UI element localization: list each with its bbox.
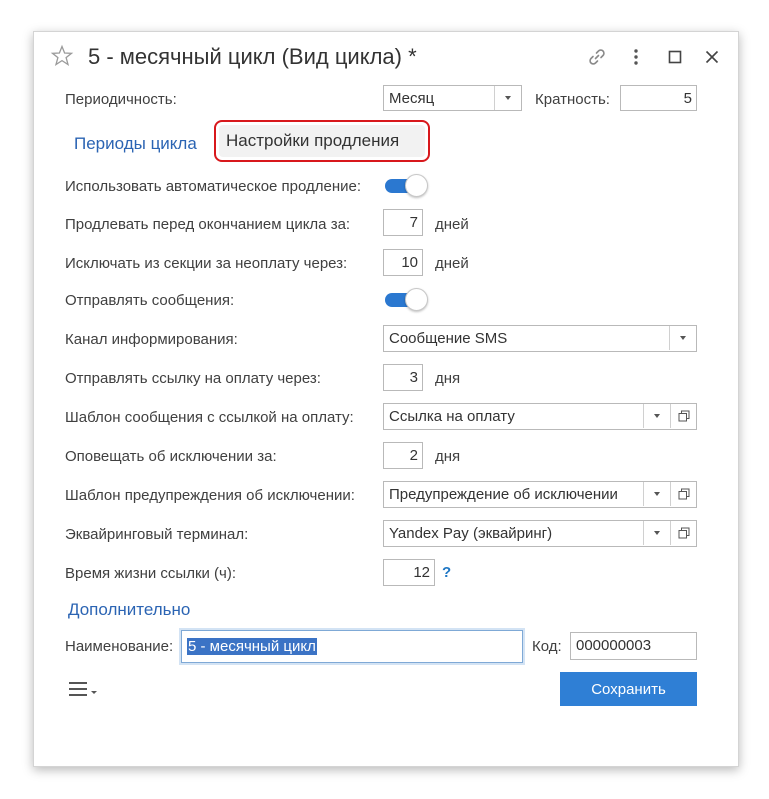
terminal-dropdown-button[interactable] [643,521,670,545]
chevron-down-icon [505,96,511,100]
exclude-after-value: 10 [401,254,418,271]
window-title: 5 - месячный цикл (Вид цикла) * [88,44,417,69]
name-label: Наименование: [65,638,174,655]
link-lifetime-label: Время жизни ссылки (ч): [65,565,237,582]
notify-exclusion-input[interactable]: 2 [383,442,423,469]
chevron-down-icon [654,414,660,418]
code-input[interactable]: 000000003 [570,632,697,660]
renew-before-unit: дней [435,216,469,233]
auto-renew-label: Использовать автоматическое продление: [65,178,362,195]
star-icon[interactable] [50,44,74,68]
exclude-after-unit: дней [435,255,469,272]
terminal-label: Эквайринговый терминал: [65,526,249,543]
form-window: 5 - месячный цикл (Вид цикла) * Периодич… [33,31,739,767]
help-icon[interactable]: ? [442,564,451,581]
terminal-select[interactable]: Yandex Pay (эквайринг) [383,520,697,547]
notify-exclusion-value: 2 [409,447,418,464]
link-template-select[interactable]: Ссылка на оплату [383,403,697,430]
multiplicity-value: 5 [683,90,692,107]
link-lifetime-value: 12 [413,564,430,581]
code-value: 000000003 [576,637,652,654]
chevron-down-icon [654,531,660,535]
link-lifetime-input[interactable]: 12 [383,559,435,586]
save-button[interactable]: Сохранить [560,672,697,706]
auto-renew-toggle[interactable] [385,174,428,197]
send-messages-toggle[interactable] [385,288,428,311]
warning-template-open-button[interactable] [670,482,696,506]
renew-before-value: 7 [409,214,418,231]
link-template-dropdown-button[interactable] [643,404,670,428]
code-label: Код: [532,638,562,655]
send-messages-label: Отправлять сообщения: [65,292,235,309]
warning-template-select[interactable]: Предупреждение об исключении [383,481,697,508]
tab-renewal-settings[interactable]: Настройки продления [214,120,430,162]
open-icon [678,527,689,539]
open-icon [678,410,689,422]
maximize-icon[interactable] [664,46,686,68]
send-link-unit: дня [435,370,461,387]
warning-template-value: Предупреждение об исключении [389,486,618,503]
link-icon[interactable] [586,46,608,68]
channel-value: Сообщение SMS [389,330,508,347]
exclude-after-input[interactable]: 10 [383,249,423,276]
tab-renewal-settings-label: Настройки продления [226,131,400,150]
open-icon [678,488,689,500]
chevron-down-icon [680,336,686,340]
renew-before-input[interactable]: 7 [383,209,423,236]
warning-template-dropdown-button[interactable] [643,482,670,506]
tab-cycle-periods[interactable]: Периоды цикла [74,134,197,154]
link-template-value: Ссылка на оплату [389,408,515,425]
name-value: 5 - месячный цикл [187,638,317,655]
warning-template-label: Шаблон предупреждения об исключении: [65,487,355,504]
name-input[interactable]: 5 - месячный цикл [181,630,523,663]
close-icon[interactable] [701,46,723,68]
send-link-input[interactable]: 3 [383,364,423,391]
terminal-open-button[interactable] [670,521,696,545]
terminal-value: Yandex Pay (эквайринг) [389,525,553,542]
periodicity-dropdown-button[interactable] [494,86,521,110]
more-vertical-icon[interactable] [625,46,647,68]
menu-button[interactable] [67,678,103,700]
link-template-open-button[interactable] [670,404,696,428]
channel-dropdown-button[interactable] [669,326,696,350]
periodicity-select[interactable]: Месяц [383,85,522,111]
multiplicity-label: Кратность: [535,91,610,108]
chevron-down-icon [654,492,660,496]
periodicity-label: Периодичность: [65,91,177,108]
multiplicity-input[interactable]: 5 [620,85,697,111]
menu-icon [69,682,97,696]
send-link-value: 3 [409,369,418,386]
channel-label: Канал информирования: [65,331,238,348]
notify-exclusion-label: Оповещать об исключении за: [65,448,277,465]
link-template-label: Шаблон сообщения с ссылкой на оплату: [65,409,354,426]
periodicity-value: Месяц [389,90,435,107]
notify-exclusion-unit: дня [435,448,461,465]
renew-before-label: Продлевать перед окончанием цикла за: [65,216,351,233]
channel-select[interactable]: Сообщение SMS [383,325,697,352]
send-link-label: Отправлять ссылку на оплату через: [65,370,321,387]
additional-section-title[interactable]: Дополнительно [68,600,190,620]
exclude-after-label: Исключать из секции за неоплату через: [65,255,348,272]
